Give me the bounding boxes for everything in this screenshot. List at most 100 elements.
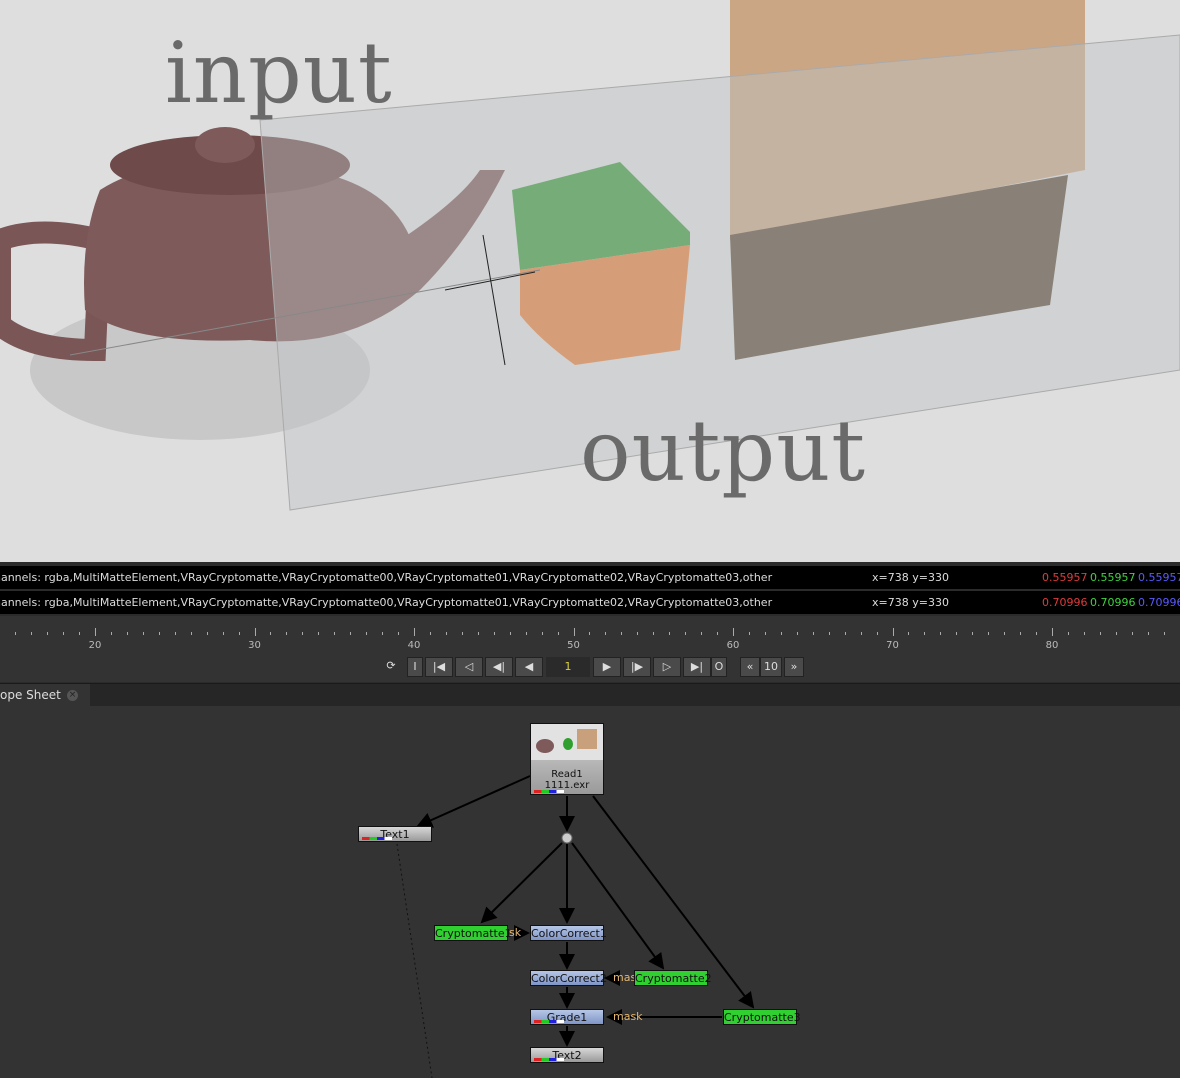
timeline-tick <box>653 632 655 635</box>
in-point-button[interactable]: I <box>407 657 423 677</box>
channel-indicator <box>534 1020 564 1023</box>
node-text2[interactable]: Text2 <box>530 1047 604 1063</box>
viewer-info-bar-b: hannels: rgba,MultiMatteElement,VRayCryp… <box>0 591 1180 614</box>
timeline-tick <box>557 632 559 635</box>
out-point-button[interactable]: O <box>711 657 727 677</box>
last-frame-button[interactable]: ▶| <box>683 657 711 677</box>
playback-mode-icon[interactable]: ⟳ <box>380 657 402 677</box>
timeline-tick <box>126 632 128 635</box>
tab-dope-sheet[interactable]: ope Sheet × <box>0 684 90 707</box>
timeline-tick <box>573 628 575 636</box>
skip-forward-button[interactable]: » <box>784 657 804 677</box>
timeline-tick <box>828 632 830 635</box>
timeline-tick <box>190 632 192 635</box>
timeline-tick <box>254 628 256 636</box>
timeline-tick <box>238 632 240 635</box>
red-value: 0.70996 <box>1042 596 1088 609</box>
timeline-tick <box>541 632 543 635</box>
timeline-tick <box>669 632 671 635</box>
timeline-tick <box>1020 632 1022 635</box>
red-value: 0.55957 <box>1042 571 1088 584</box>
node-label: Cryptomatte2 <box>635 972 712 985</box>
coords-text: x=738 y=330 <box>872 596 949 609</box>
blue-value: 0.55957 <box>1138 571 1180 584</box>
edge-dot-crypto1 <box>480 842 563 924</box>
node-cryptomatte1[interactable]: Cryptomatte1 <box>434 925 512 941</box>
timeline-tick <box>876 632 878 635</box>
coords-text: x=738 y=330 <box>872 571 949 584</box>
prev-keyframe-button[interactable]: ◁ <box>455 657 483 677</box>
timeline-tick <box>350 632 352 635</box>
channel-indicator <box>534 1058 564 1061</box>
tab-label: ope Sheet <box>0 688 61 702</box>
node-read1[interactable]: Read1 1111.exr <box>530 723 604 795</box>
first-frame-button[interactable]: |◀ <box>425 657 453 677</box>
node-colorcorrect2[interactable]: ColorCorrect2 <box>530 970 607 986</box>
play-forward-button[interactable]: ▶ <box>593 657 621 677</box>
timeline-label: 60 <box>726 640 740 651</box>
timeline-tick <box>940 632 942 635</box>
timeline[interactable]: 20 30 40 50 60 70 80 ⟳ I |◀ ◁ ◀| ◀ 1 ▶ |▶ ▷ ▶|… <box>0 616 1180 682</box>
edge-dot-crypto2 <box>571 842 665 970</box>
timeline-tick <box>63 632 65 635</box>
channels-text: hannels: rgba,MultiMatteElement,VRayCryp… <box>0 571 773 584</box>
next-keyframe-button[interactable]: ▷ <box>653 657 681 677</box>
node-colorcorrect1[interactable]: ColorCorrect1 <box>530 925 607 941</box>
step-forward-button[interactable]: |▶ <box>623 657 651 677</box>
timeline-tick <box>445 632 447 635</box>
output-label: output <box>580 402 867 500</box>
timeline-tick <box>525 632 527 635</box>
timeline-tick <box>685 632 687 635</box>
timeline-tick <box>158 632 160 635</box>
timeline-tick <box>924 632 926 635</box>
timeline-tick <box>110 632 112 635</box>
timeline-tick <box>733 628 734 636</box>
close-icon[interactable]: × <box>67 690 78 701</box>
skip-step-field[interactable]: 10 <box>760 657 782 677</box>
timeline-tick <box>892 628 894 636</box>
edge-read-text1 <box>416 775 531 828</box>
timeline-tick <box>429 632 431 635</box>
timeline-tick <box>860 632 862 635</box>
input-label: input <box>165 24 393 122</box>
timeline-tick <box>15 632 17 635</box>
mask-label: mas <box>613 971 637 984</box>
timeline-label: 30 <box>248 640 261 651</box>
mask-label: sk <box>509 926 522 939</box>
timeline-tick <box>701 632 703 635</box>
node-cryptomatte3[interactable]: Cryptomatte3 <box>723 1009 801 1025</box>
dot-node <box>561 832 573 844</box>
timeline-tick <box>382 632 384 635</box>
timeline-tick <box>47 632 49 635</box>
skip-back-button[interactable]: « <box>740 657 760 677</box>
node-graph[interactable]: Read1 1111.exr Text1 Cryptomatte1 sk Col… <box>0 706 1180 1078</box>
timeline-tick <box>79 632 81 635</box>
node-label: Cryptomatte3 <box>724 1011 801 1024</box>
viewer[interactable]: input output <box>0 0 1180 562</box>
node-grade1[interactable]: Grade1 <box>530 1009 604 1025</box>
channel-indicator <box>534 790 564 793</box>
current-frame-field[interactable]: 1 <box>546 657 590 677</box>
timeline-tick <box>95 628 96 636</box>
timeline-tick <box>621 632 623 635</box>
timeline-tick <box>1067 632 1069 635</box>
timeline-tick <box>1147 632 1149 635</box>
play-backward-button[interactable]: ◀ <box>515 657 543 677</box>
timeline-tick <box>1083 632 1085 635</box>
node-text1[interactable]: Text1 <box>358 826 432 842</box>
timeline-tick <box>222 632 224 635</box>
node-label: ColorCorrect1 <box>531 927 607 940</box>
timeline-tick <box>764 632 766 635</box>
timeline-tick <box>286 632 288 635</box>
step-back-button[interactable]: ◀| <box>485 657 513 677</box>
timeline-tick <box>414 628 415 636</box>
timeline-tick <box>812 632 814 635</box>
node-label: ColorCorrect2 <box>531 972 607 985</box>
node-cryptomatte2[interactable]: Cryptomatte2 <box>634 970 712 986</box>
timeline-tick <box>142 632 144 635</box>
timeline-tick <box>206 632 208 635</box>
timeline-tick <box>637 632 639 635</box>
node-label: Cryptomatte1 <box>435 927 512 940</box>
timeline-tick <box>589 632 591 635</box>
timeline-tick <box>988 632 990 635</box>
